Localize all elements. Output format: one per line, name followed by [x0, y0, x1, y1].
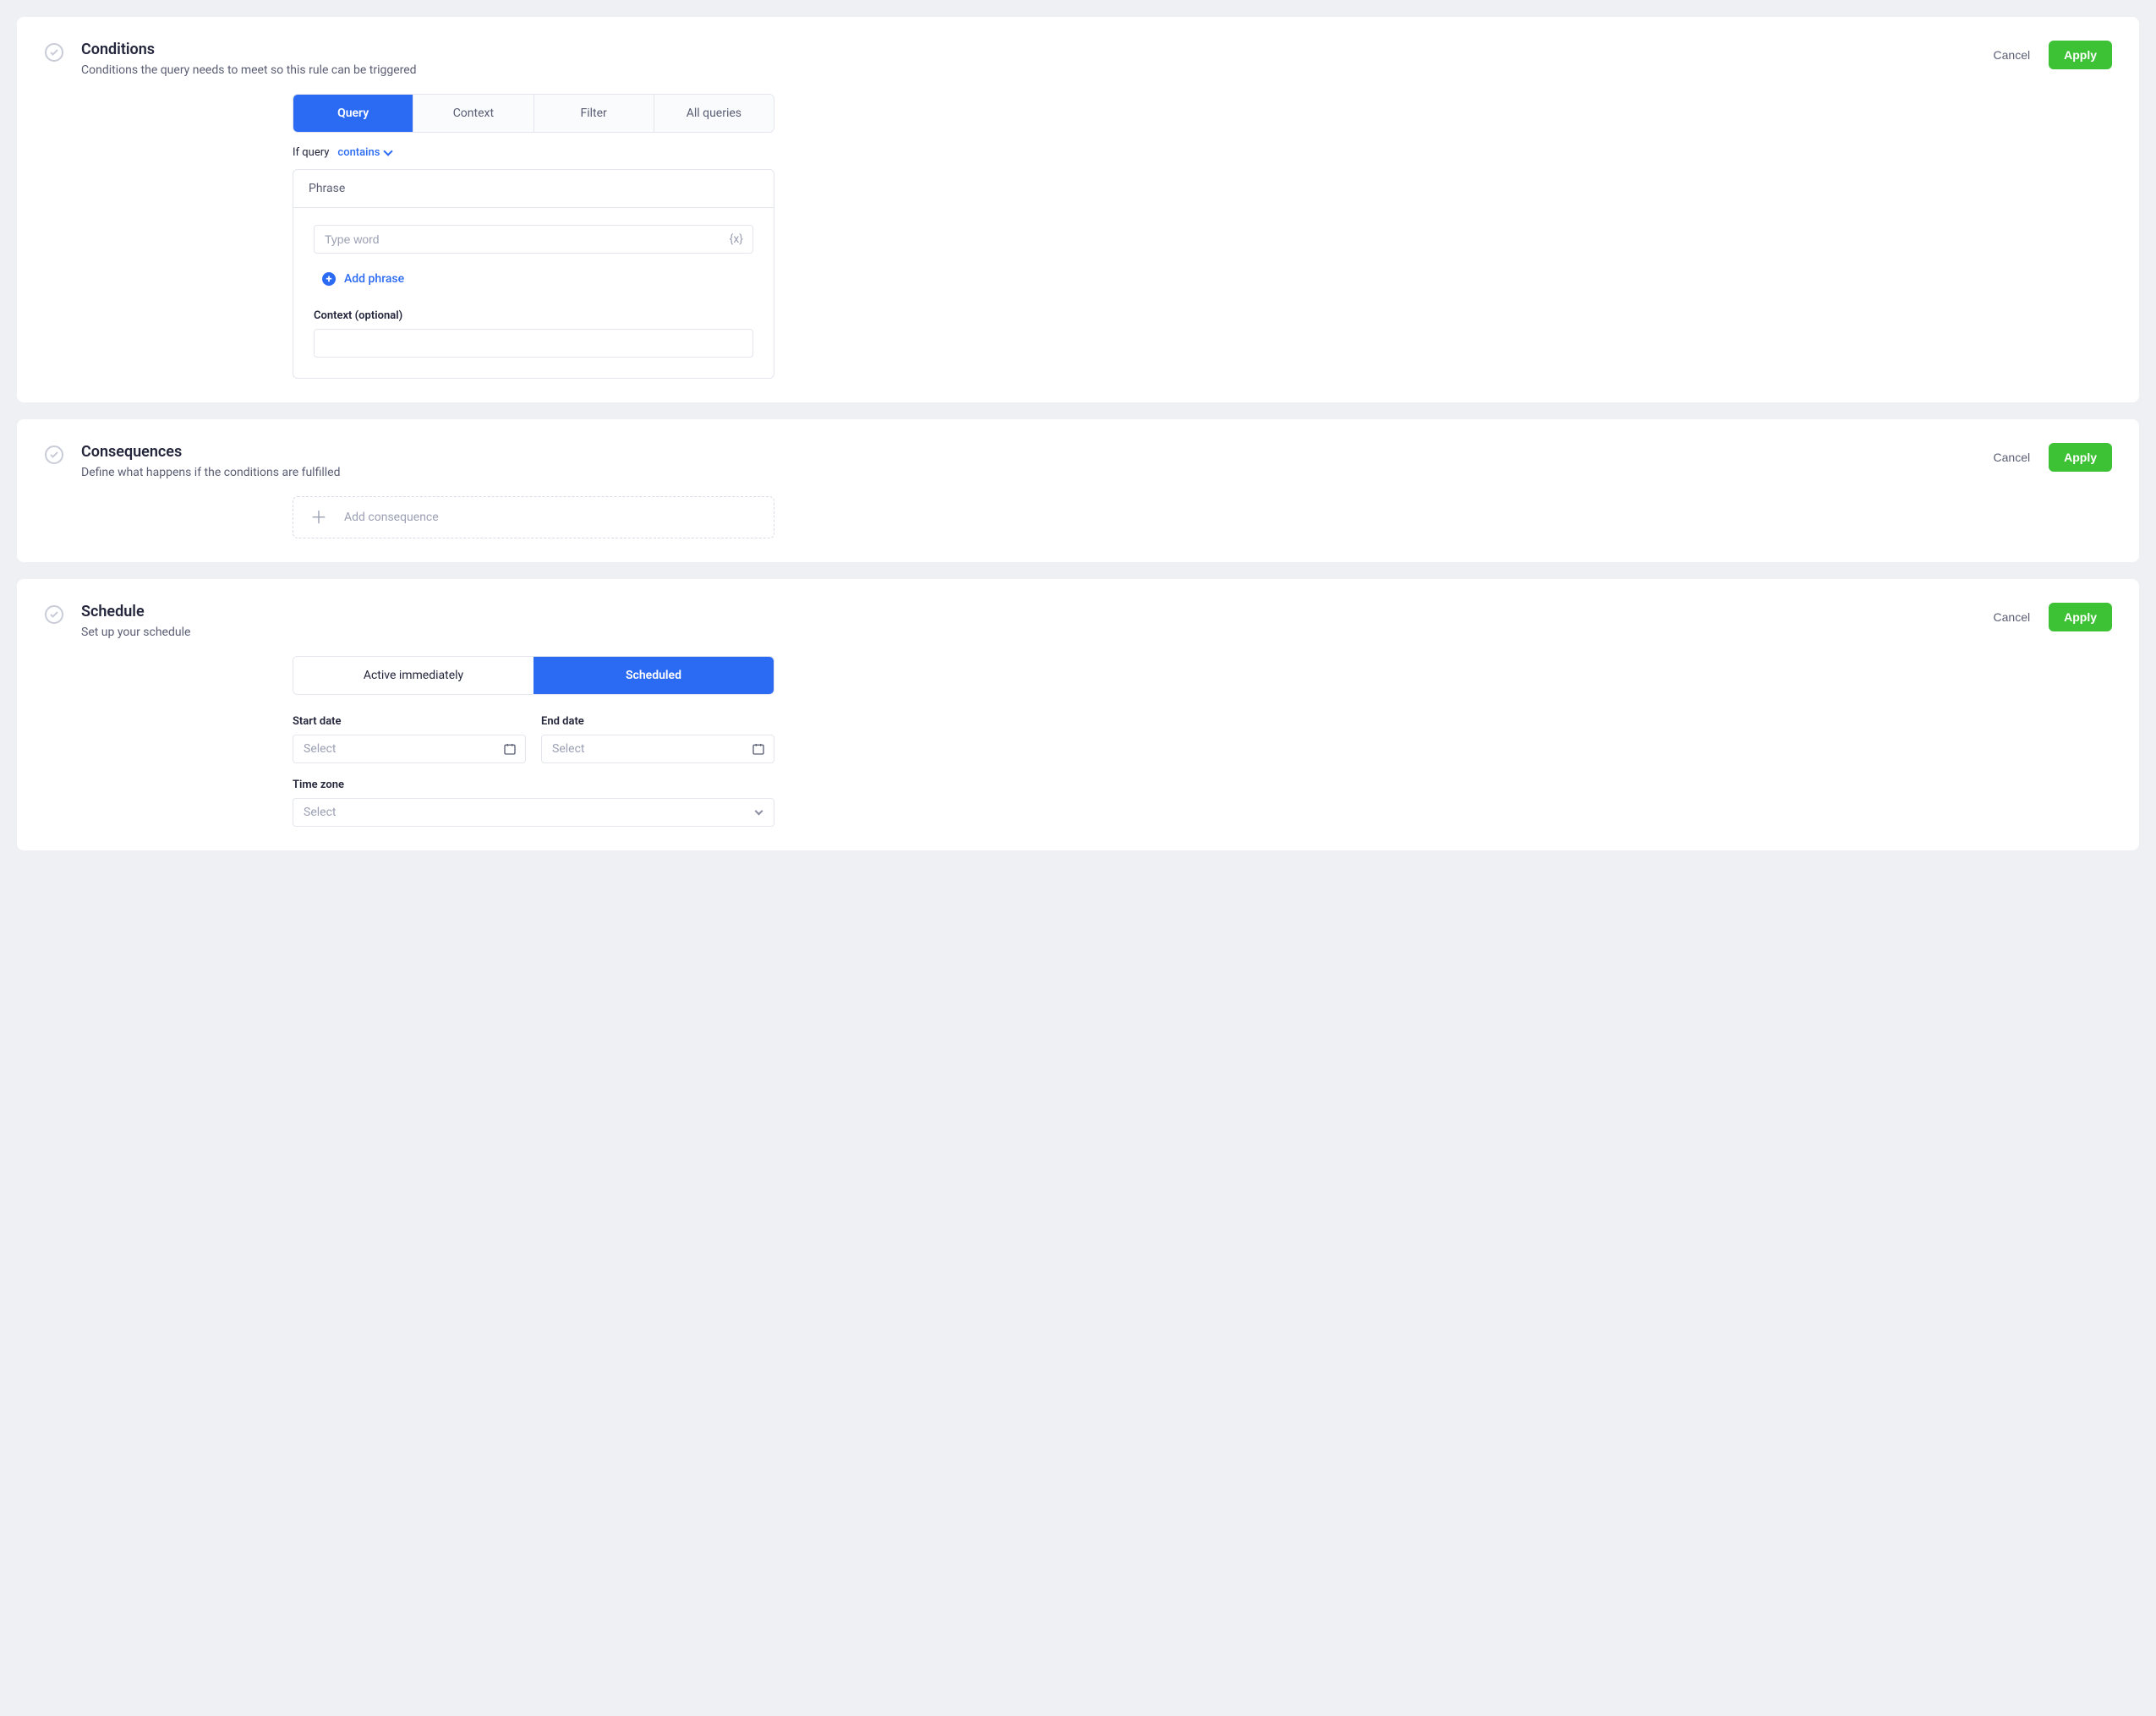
query-operator-select[interactable]: contains — [337, 146, 391, 159]
schedule-description: Set up your schedule — [81, 626, 1975, 639]
add-phrase-label: Add phrase — [344, 272, 404, 286]
if-query-label: If query — [293, 146, 329, 159]
timezone-placeholder: Select — [304, 806, 336, 819]
apply-button[interactable]: Apply — [2049, 41, 2112, 69]
add-consequence-label: Add consequence — [344, 511, 439, 524]
consequences-title: Consequences — [81, 443, 1975, 461]
calendar-icon — [503, 742, 517, 756]
if-query-row: If query contains — [293, 146, 774, 159]
phrase-word-input[interactable] — [314, 225, 753, 254]
start-date-label: Start date — [293, 715, 526, 728]
check-circle-icon — [44, 445, 64, 465]
cancel-button[interactable]: Cancel — [1992, 45, 2033, 65]
tab-active-immediately[interactable]: Active immediately — [293, 657, 534, 694]
consequences-description: Define what happens if the conditions ar… — [81, 466, 1975, 479]
start-date-input[interactable]: Select — [293, 735, 526, 763]
plus-icon: ＋ — [310, 509, 327, 526]
tab-query[interactable]: Query — [293, 95, 413, 132]
cancel-button[interactable]: Cancel — [1992, 447, 2033, 467]
start-date-placeholder: Select — [304, 742, 336, 756]
query-operator-value: contains — [337, 146, 380, 159]
schedule-title: Schedule — [81, 603, 1975, 620]
apply-button[interactable]: Apply — [2049, 443, 2112, 472]
tab-filter[interactable]: Filter — [534, 95, 654, 132]
check-circle-icon — [44, 42, 64, 63]
context-input[interactable] — [314, 329, 753, 358]
schedule-header: Schedule Set up your schedule Cancel App… — [44, 603, 2112, 639]
plus-circle-icon: + — [322, 272, 336, 286]
consequences-header: Consequences Define what happens if the … — [44, 443, 2112, 479]
calendar-icon — [752, 742, 765, 756]
end-date-placeholder: Select — [552, 742, 584, 756]
tab-all-queries[interactable]: All queries — [654, 95, 774, 132]
context-label: Context (optional) — [314, 309, 753, 322]
schedule-tabs: Active immediately Scheduled — [293, 656, 774, 695]
schedule-card: Schedule Set up your schedule Cancel App… — [17, 579, 2139, 850]
conditions-description: Conditions the query needs to meet so th… — [81, 63, 1975, 77]
check-circle-icon — [44, 604, 64, 625]
end-date-label: End date — [541, 715, 774, 728]
timezone-select[interactable]: Select — [293, 798, 774, 827]
conditions-title: Conditions — [81, 41, 1975, 58]
consequences-card: Consequences Define what happens if the … — [17, 419, 2139, 562]
conditions-header: Conditions Conditions the query needs to… — [44, 41, 2112, 77]
timezone-label: Time zone — [293, 779, 774, 791]
chevron-down-icon — [755, 807, 763, 816]
tab-context[interactable]: Context — [413, 95, 534, 132]
apply-button[interactable]: Apply — [2049, 603, 2112, 631]
add-phrase-button[interactable]: + Add phrase — [314, 272, 753, 286]
phrase-panel: Phrase {x} + Add phrase Context (optiona… — [293, 169, 774, 379]
chevron-down-icon — [384, 146, 393, 156]
add-consequence-button[interactable]: ＋ Add consequence — [293, 496, 774, 538]
tab-scheduled[interactable]: Scheduled — [534, 657, 774, 694]
cancel-button[interactable]: Cancel — [1992, 607, 2033, 627]
end-date-input[interactable]: Select — [541, 735, 774, 763]
phrase-panel-title: Phrase — [293, 170, 774, 208]
conditions-tabs: Query Context Filter All queries — [293, 94, 774, 133]
conditions-card: Conditions Conditions the query needs to… — [17, 17, 2139, 402]
